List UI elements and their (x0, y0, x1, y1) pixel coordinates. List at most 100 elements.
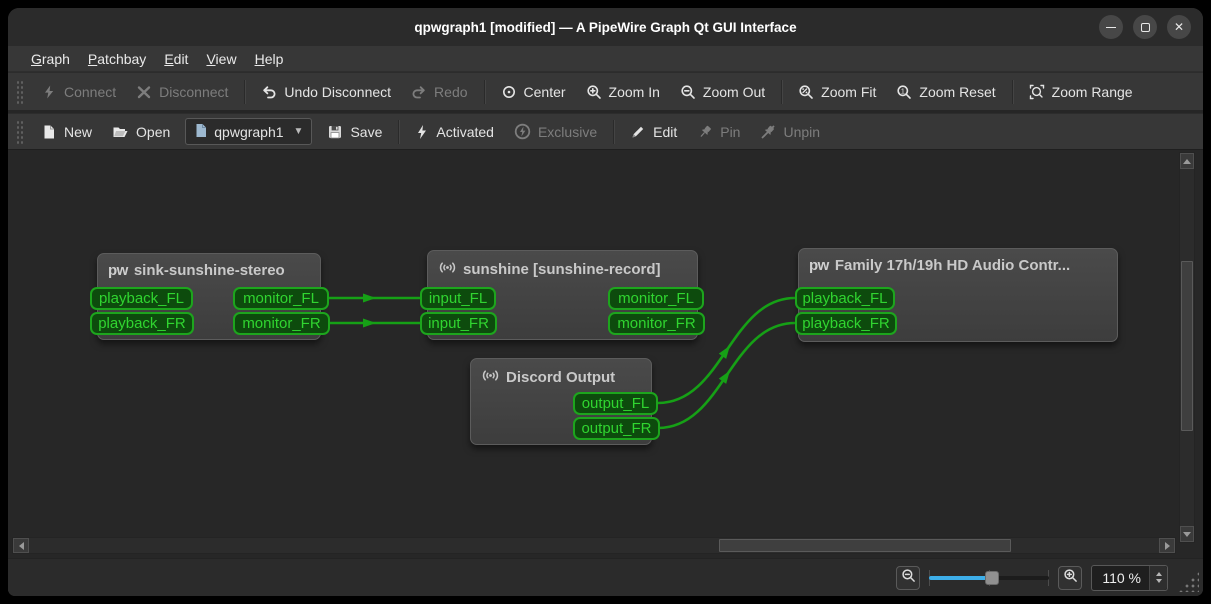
scroll-left-button[interactable] (13, 538, 29, 553)
minimize-icon (1106, 26, 1116, 28)
file-toolbar: New Open qpwgraph1 ▼ Save Activated Excl… (8, 113, 1203, 149)
zoom-out-icon (901, 568, 916, 588)
open-button[interactable]: Open (103, 118, 179, 146)
pipewire-icon: pw (809, 257, 829, 274)
connection-arrow (718, 370, 730, 384)
port-playback-fr[interactable]: playback_FR (795, 312, 897, 335)
zoom-reset-button[interactable]: 1 Zoom Reset (887, 78, 1004, 106)
undo-disconnect-button[interactable]: Undo Disconnect (252, 78, 400, 106)
scroll-down-button[interactable] (1180, 526, 1194, 542)
session-selector[interactable]: qpwgraph1 ▼ (185, 118, 313, 145)
port-output-fl[interactable]: output_FL (573, 392, 658, 415)
toolbar-drag-handle[interactable] (16, 119, 24, 144)
center-icon (501, 84, 517, 100)
zoom-reset-icon: 1 (896, 84, 912, 100)
new-button[interactable]: New (32, 118, 101, 146)
pin-button[interactable]: Pin (688, 118, 749, 146)
session-selector-value: qpwgraph1 (214, 123, 284, 140)
save-button[interactable]: Save (318, 118, 391, 146)
graph-toolbar: Connect Disconnect Undo Disconnect Redo … (8, 72, 1203, 110)
statusbar-zoom-out-button[interactable] (896, 565, 921, 590)
disconnect-button[interactable]: Disconnect (127, 78, 237, 106)
save-icon (327, 124, 343, 140)
arrow-right-icon (1164, 541, 1170, 550)
maximize-icon (1140, 22, 1150, 32)
zoom-out-button[interactable]: Zoom Out (671, 78, 774, 106)
toolbar-drag-handle[interactable] (16, 79, 24, 104)
connection-arrow (363, 318, 376, 328)
port-input-fl[interactable]: input_FL (420, 287, 496, 310)
connection-wires (329, 293, 796, 430)
zoom-slider-handle[interactable] (984, 570, 999, 585)
spinbox-arrows[interactable] (1149, 565, 1167, 590)
port-playback-fl[interactable]: playback_FL (795, 287, 895, 310)
node-title: sunshine [sunshine-record] (463, 261, 661, 278)
connection-arrow (363, 293, 376, 303)
toolbar-separator (398, 119, 400, 144)
exclusive-icon (514, 123, 531, 140)
zoom-range-button[interactable]: Zoom Range (1020, 78, 1142, 106)
menu-graph[interactable]: Graph (22, 48, 79, 70)
unpin-button[interactable]: Unpin (751, 118, 829, 146)
port-playback-fr[interactable]: playback_FR (90, 312, 194, 335)
exclusive-button[interactable]: Exclusive (505, 117, 606, 146)
scroll-up-button[interactable] (1180, 153, 1194, 169)
vertical-scrollbar[interactable] (1179, 152, 1195, 543)
connect-button[interactable]: Connect (32, 78, 125, 106)
port-monitor-fl[interactable]: monitor_FL (233, 287, 329, 310)
stream-icon (438, 259, 457, 280)
close-button[interactable]: ✕ (1167, 15, 1191, 39)
svg-text:1: 1 (901, 86, 905, 95)
node-title: sink-sunshine-stereo (133, 262, 285, 279)
redo-button[interactable]: Redo (402, 78, 476, 106)
port-output-fr[interactable]: output_FR (573, 417, 660, 440)
horizontal-scroll-thumb[interactable] (719, 539, 1011, 552)
horizontal-scrollbar[interactable] (12, 537, 1176, 554)
minimize-button[interactable] (1099, 15, 1123, 39)
port-monitor-fr[interactable]: monitor_FR (608, 312, 705, 335)
resize-grip[interactable] (1177, 570, 1199, 592)
zoom-in-icon (1063, 568, 1078, 588)
graph-canvas[interactable]: pw sink-sunshine-stereo playback_FL play… (8, 149, 1203, 558)
activated-button[interactable]: Activated (406, 118, 503, 146)
port-playback-fl[interactable]: playback_FL (90, 287, 193, 310)
node-title: Family 17h/19h HD Audio Contr... (834, 257, 1071, 274)
stream-icon (481, 367, 500, 388)
unpin-icon (760, 124, 776, 140)
menu-view[interactable]: View (197, 48, 245, 70)
window-title: qpwgraph1 [modified] — A PipeWire Graph … (414, 19, 797, 35)
menu-help[interactable]: Help (246, 48, 293, 70)
edit-icon (630, 124, 646, 140)
menu-patchbay[interactable]: Patchbay (79, 48, 155, 70)
zoom-slider[interactable] (929, 566, 1050, 590)
center-button[interactable]: Center (492, 78, 575, 106)
menu-bar: Graph Patchbay Edit View Help (8, 46, 1203, 72)
redo-icon (411, 84, 427, 100)
pipewire-icon: pw (108, 262, 128, 279)
patchbay-file-icon (194, 123, 208, 141)
menu-edit[interactable]: Edit (155, 48, 197, 70)
scroll-right-button[interactable] (1159, 538, 1175, 553)
new-file-icon (41, 124, 57, 140)
toolbar-separator (613, 119, 615, 144)
status-bar: 110 % (8, 558, 1203, 596)
slider-fill (929, 575, 992, 580)
port-monitor-fr[interactable]: monitor_FR (233, 312, 330, 335)
maximize-button[interactable] (1133, 15, 1157, 39)
zoom-fit-icon (798, 84, 814, 100)
zoom-fit-button[interactable]: Zoom Fit (789, 78, 885, 106)
close-icon: ✕ (1173, 20, 1185, 34)
window-controls: ✕ (1099, 15, 1191, 39)
port-input-fr[interactable]: input_FR (420, 312, 497, 335)
statusbar-zoom-in-button[interactable] (1058, 565, 1083, 590)
edit-button[interactable]: Edit (621, 118, 686, 146)
vertical-scroll-thumb[interactable] (1181, 261, 1193, 431)
zoom-value: 110 % (1102, 569, 1141, 586)
zoom-range-icon (1029, 84, 1045, 100)
zoom-in-button[interactable]: Zoom In (577, 78, 669, 106)
disconnect-icon (136, 84, 152, 100)
port-monitor-fl[interactable]: monitor_FL (608, 287, 704, 310)
title-bar[interactable]: qpwgraph1 [modified] — A PipeWire Graph … (8, 8, 1203, 46)
undo-icon (261, 84, 277, 100)
zoom-spinbox[interactable]: 110 % (1091, 564, 1168, 591)
